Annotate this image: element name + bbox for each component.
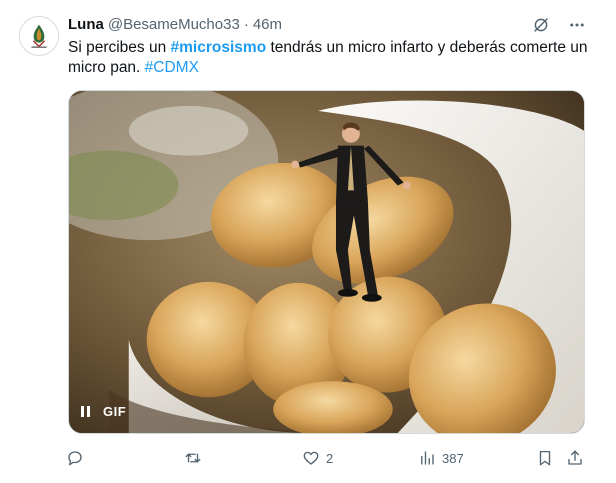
like-button[interactable]: 2 (302, 449, 333, 467)
tweet-text-part: Si percibes un (68, 39, 171, 56)
grok-icon[interactable] (532, 16, 550, 34)
gif-controls: GIF (81, 404, 126, 419)
reply-icon (68, 451, 82, 466)
reply-button[interactable] (66, 449, 90, 467)
tweet-text: Si percibes un #microsismo tendrás un mi… (68, 38, 588, 78)
author-handle[interactable]: @BesameMucho33 (108, 16, 240, 33)
like-count: 2 (326, 450, 334, 466)
share-icon (568, 450, 582, 465)
tweet[interactable]: Luna @BesameMucho33 · 46m Si percibes un… (0, 0, 616, 483)
header-actions (532, 16, 586, 34)
views-icon (421, 451, 434, 465)
views-button[interactable]: 387 (418, 449, 464, 467)
pause-icon[interactable] (81, 405, 93, 418)
views-count: 387 (442, 450, 464, 466)
hashtag-link[interactable]: #microsismo (171, 39, 267, 56)
bookmark-icon (539, 450, 551, 466)
tweet-header: Luna @BesameMucho33 · 46m (68, 14, 282, 34)
avatar-image (20, 17, 58, 55)
gif-badge: GIF (103, 404, 127, 419)
author-name[interactable]: Luna (68, 16, 104, 33)
hashtag-link[interactable]: #CDMX (145, 59, 199, 76)
like-icon (303, 451, 319, 465)
tweet-actions: 2 387 (66, 449, 588, 469)
separator-dot: · (243, 15, 249, 33)
more-icon[interactable] (568, 16, 586, 34)
share-button[interactable] (566, 449, 584, 467)
retweet-button[interactable] (184, 449, 208, 467)
bookmark-button[interactable] (536, 449, 554, 467)
tweet-time[interactable]: 46m (253, 16, 282, 33)
gif-media[interactable]: GIF (68, 90, 585, 434)
retweet-icon (185, 453, 201, 463)
gif-image (69, 91, 584, 433)
avatar[interactable] (19, 16, 59, 56)
